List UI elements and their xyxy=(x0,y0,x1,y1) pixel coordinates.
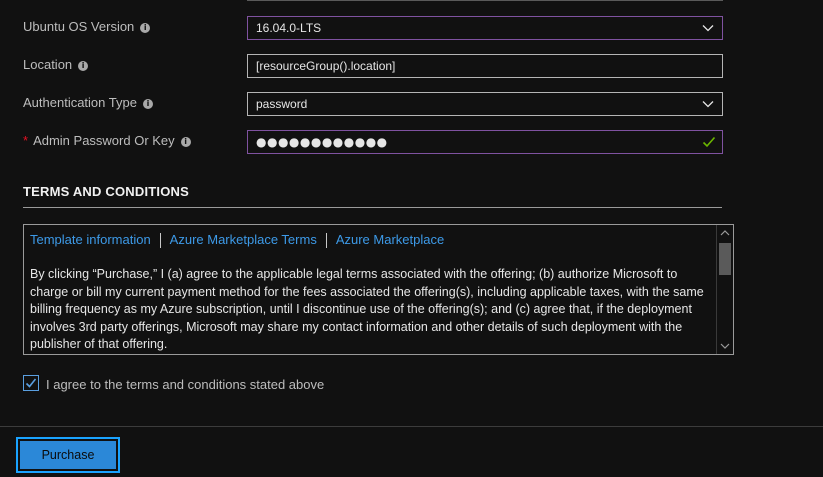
tab-template-information[interactable]: Template information xyxy=(30,232,151,247)
terms-box: Template information Azure Marketplace Te… xyxy=(23,224,734,355)
tab-separator xyxy=(325,233,327,249)
info-icon[interactable]: i xyxy=(140,22,151,33)
admin-password-label-text: Admin Password Or Key xyxy=(33,133,175,148)
scroll-up-icon[interactable] xyxy=(720,228,730,238)
tab-azure-marketplace[interactable]: Azure Marketplace xyxy=(336,232,444,247)
admin-password-input[interactable]: ●●●●●●●●●●●● xyxy=(247,130,723,154)
auth-type-value: password xyxy=(256,97,308,111)
info-icon[interactable]: i xyxy=(180,136,191,147)
divider xyxy=(23,207,722,208)
location-label: Location i xyxy=(23,57,89,72)
check-icon xyxy=(702,136,716,148)
location-label-text: Location xyxy=(23,57,73,72)
purchase-button-focus-ring: Purchase xyxy=(16,437,120,473)
location-value: [resourceGroup().location] xyxy=(256,59,396,73)
agree-checkbox[interactable] xyxy=(23,375,39,391)
auth-type-label-text: Authentication Type xyxy=(23,95,137,110)
location-row: Location i [resourceGroup().location] xyxy=(0,54,823,78)
ubuntu-version-value: 16.04.0-LTS xyxy=(256,21,322,35)
location-input[interactable]: [resourceGroup().location] xyxy=(247,54,723,78)
tab-azure-marketplace-terms[interactable]: Azure Marketplace Terms xyxy=(170,232,317,247)
footer-divider xyxy=(0,426,823,427)
auth-type-select[interactable]: password xyxy=(247,92,723,116)
check-icon xyxy=(25,378,37,388)
tab-separator xyxy=(159,233,161,249)
info-icon[interactable]: i xyxy=(142,98,153,109)
previous-field-edge xyxy=(247,0,723,1)
auth-type-row: Authentication Type i password xyxy=(0,92,823,116)
ubuntu-version-row: Ubuntu OS Version i 16.04.0-LTS xyxy=(0,16,823,40)
chevron-down-icon xyxy=(702,25,714,32)
ubuntu-version-label: Ubuntu OS Version i xyxy=(23,19,151,34)
terms-body: By clicking “Purchase,” I (a) agree to t… xyxy=(30,267,704,351)
chevron-down-icon xyxy=(702,101,714,108)
auth-type-label: Authentication Type i xyxy=(23,95,153,110)
scrollbar-thumb[interactable] xyxy=(719,243,731,275)
agree-label[interactable]: I agree to the terms and conditions stat… xyxy=(46,377,324,392)
info-icon[interactable]: i xyxy=(78,60,89,71)
admin-password-label: * Admin Password Or Key i xyxy=(23,133,191,148)
ubuntu-version-select[interactable]: 16.04.0-LTS xyxy=(247,16,723,40)
terms-scrollbar[interactable] xyxy=(716,225,733,354)
terms-title: TERMS AND CONDITIONS xyxy=(23,184,190,199)
required-marker: * xyxy=(23,133,29,148)
purchase-button[interactable]: Purchase xyxy=(20,441,116,469)
admin-password-value: ●●●●●●●●●●●● xyxy=(256,135,388,149)
ubuntu-version-label-text: Ubuntu OS Version xyxy=(23,19,135,34)
admin-password-row: * Admin Password Or Key i ●●●●●●●●●●●● xyxy=(0,130,823,154)
scroll-down-icon[interactable] xyxy=(720,341,730,351)
terms-tabs: Template information Azure Marketplace Te… xyxy=(30,232,444,249)
